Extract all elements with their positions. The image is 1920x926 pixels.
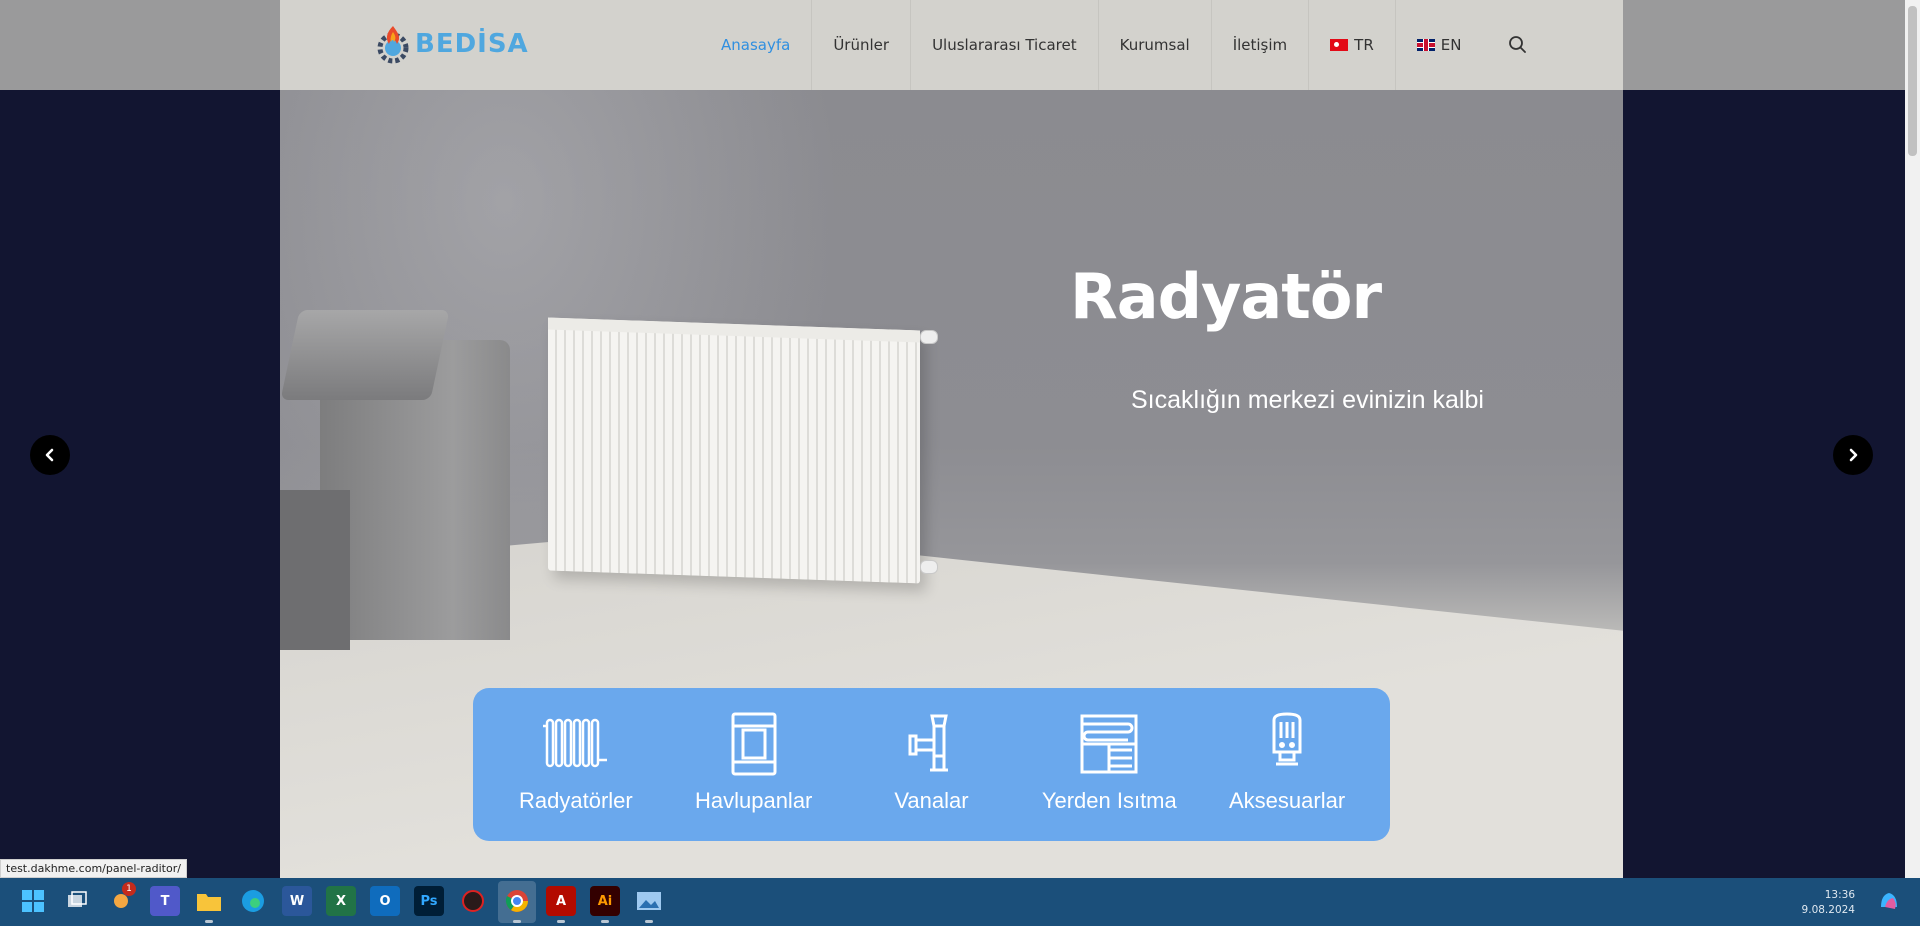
- windows-start-icon[interactable]: [18, 886, 48, 916]
- lang-tr-button[interactable]: TR: [1309, 0, 1396, 90]
- thermostat-head-icon: [1272, 712, 1302, 766]
- hero-title: Radyatör: [1070, 260, 1382, 333]
- side-panel-right: [1623, 90, 1905, 878]
- category-label: Radyatörler: [519, 788, 633, 813]
- slider-prev-button[interactable]: [30, 435, 70, 475]
- sofa-seat: [280, 490, 350, 650]
- lang-tr-label: TR: [1354, 36, 1374, 54]
- page-scrollbar[interactable]: [1905, 0, 1920, 878]
- chevron-right-icon: [1849, 448, 1858, 462]
- search-icon: [1509, 36, 1526, 53]
- nav-item-kurumsal[interactable]: Kurumsal: [1099, 0, 1212, 90]
- category-vanalar[interactable]: Vanalar: [843, 712, 1021, 814]
- logo-gear-flame-icon: [375, 24, 411, 64]
- floor-heating-icon: [1080, 714, 1138, 774]
- hero-radiator-image: [548, 317, 920, 584]
- running-indicator: [205, 920, 213, 923]
- sofa-pillow: [280, 310, 450, 400]
- site-header: BEDİSA Anasayfa Ürünler Uluslararası Tic…: [280, 0, 1623, 90]
- category-box: Radyatörler Havlupanlar Vanalar Yerden I…: [473, 688, 1390, 841]
- taskbar-clock[interactable]: 13:36 9.08.2024: [1795, 888, 1855, 918]
- lang-en-button[interactable]: EN: [1396, 0, 1483, 90]
- slider-next-button[interactable]: [1833, 435, 1873, 475]
- page-container: BEDİSA Anasayfa Ürünler Uluslararası Tic…: [280, 0, 1623, 878]
- hero-subtitle: Sıcaklığın merkezi evinizin kalbi: [1131, 386, 1484, 414]
- scrollbar-thumb[interactable]: [1908, 6, 1917, 156]
- clock-time: 13:36: [1824, 889, 1855, 901]
- illustrator-icon[interactable]: Ai: [590, 886, 620, 916]
- acrobat-icon[interactable]: A: [546, 886, 576, 916]
- running-indicator: [601, 920, 609, 923]
- teams-icon[interactable]: T: [150, 886, 180, 916]
- running-indicator: [557, 920, 565, 923]
- category-label: Vanalar: [894, 788, 969, 813]
- photos-app-icon[interactable]: [634, 886, 664, 916]
- outlook-icon[interactable]: O: [370, 886, 400, 916]
- lang-en-label: EN: [1440, 36, 1462, 54]
- clock-date: 9.08.2024: [1801, 904, 1855, 916]
- file-explorer-icon[interactable]: [194, 886, 224, 916]
- antivirus-icon[interactable]: [458, 886, 488, 916]
- site-logo[interactable]: BEDİSA: [375, 22, 535, 66]
- turkey-flag-icon: [1330, 39, 1349, 51]
- radiator-icon: [542, 718, 607, 768]
- category-label: Yerden Isıtma: [1041, 788, 1177, 813]
- chevron-left-icon: [45, 448, 54, 462]
- hero-sofa-image: [280, 310, 510, 650]
- logo-text: BEDİSA: [415, 29, 529, 59]
- category-radyatorler[interactable]: Radyatörler: [487, 712, 665, 814]
- towel-rail-icon: [731, 712, 777, 776]
- nav-item-anasayfa[interactable]: Anasayfa: [700, 0, 813, 90]
- uk-flag-icon: [1416, 39, 1435, 51]
- excel-icon[interactable]: X: [326, 886, 356, 916]
- side-panel-left: [0, 90, 280, 878]
- search-button[interactable]: [1506, 33, 1530, 57]
- valve-icon: [908, 714, 949, 772]
- running-indicator: [513, 920, 521, 923]
- status-bar-url: test.dakhme.com/panel-raditor/: [0, 859, 187, 878]
- running-indicator: [645, 920, 653, 923]
- notification-badge: 1: [122, 882, 136, 896]
- windows-taskbar: 1 T W X O Ps A Ai 13:36 9.08.2024: [0, 878, 1920, 926]
- category-label: Aksesuarlar: [1229, 788, 1346, 813]
- copilot-icon[interactable]: [1874, 886, 1904, 916]
- category-label: Havlupanlar: [694, 788, 813, 813]
- main-nav: Anasayfa Ürünler Uluslararası Ticaret Ku…: [700, 0, 1482, 90]
- nav-item-urunler[interactable]: Ürünler: [812, 0, 912, 90]
- word-icon[interactable]: W: [282, 886, 312, 916]
- chrome-icon[interactable]: [502, 886, 532, 916]
- category-yerden-isitma[interactable]: Yerden Isıtma: [1020, 712, 1198, 814]
- category-havlupanlar[interactable]: Havlupanlar: [665, 712, 843, 814]
- radiator-bottom-valve: [920, 560, 938, 574]
- photoshop-icon[interactable]: Ps: [414, 886, 444, 916]
- nav-item-iletisim[interactable]: İletişim: [1212, 0, 1310, 90]
- hero-slider: Radyatör Sıcaklığın merkezi evinizin kal…: [280, 90, 1623, 878]
- category-aksesuarlar[interactable]: Aksesuarlar: [1198, 712, 1376, 814]
- task-view-icon[interactable]: [62, 886, 92, 916]
- nav-item-uluslararasi-ticaret[interactable]: Uluslararası Ticaret: [911, 0, 1099, 90]
- radiator-top-valve: [920, 330, 938, 344]
- edge-browser-icon[interactable]: [238, 886, 268, 916]
